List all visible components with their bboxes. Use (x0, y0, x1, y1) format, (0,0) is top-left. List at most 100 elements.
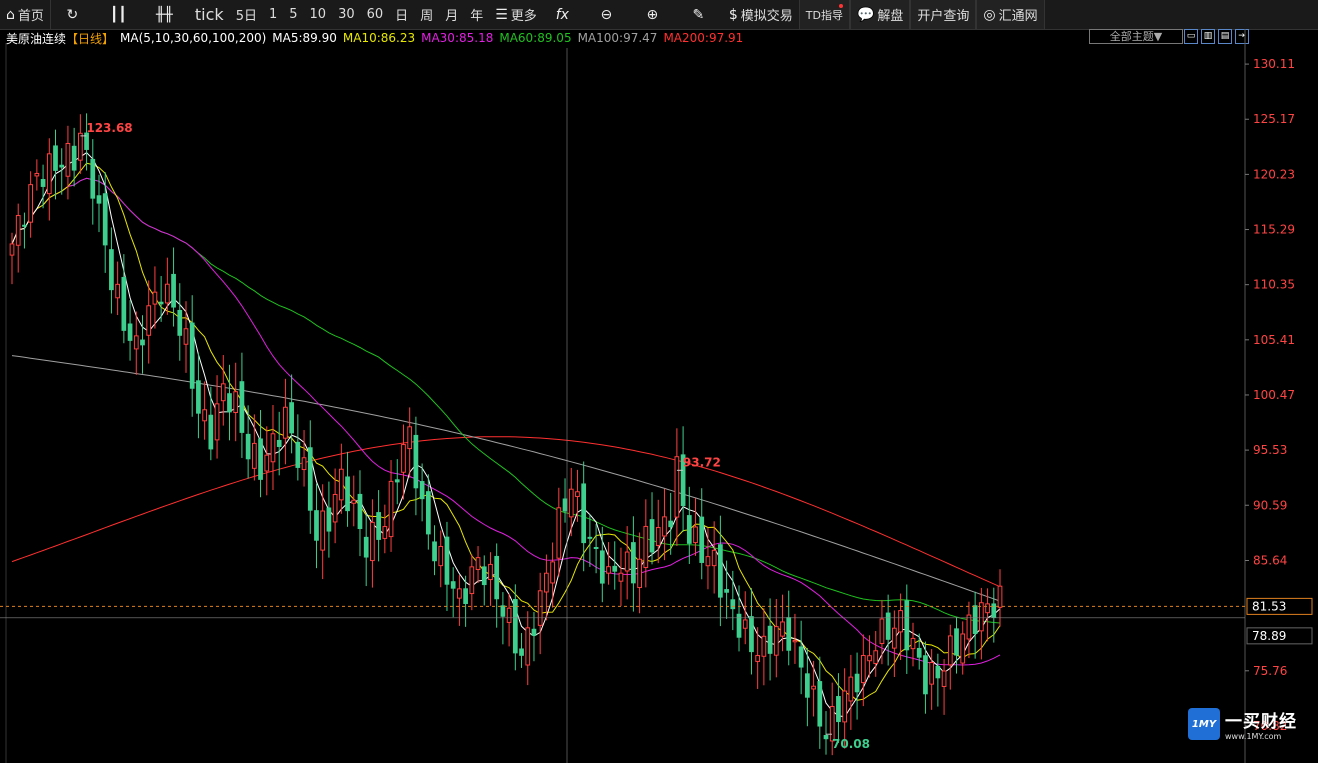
candle-up (407, 426, 413, 450)
candle-up (643, 525, 649, 568)
candle-down (71, 145, 77, 171)
candle-down (53, 145, 58, 171)
candle-down (823, 734, 829, 740)
candle-down (177, 309, 183, 336)
candle-down (245, 433, 251, 460)
candle-down (22, 224, 27, 227)
candle-down (208, 414, 214, 450)
candle-up (618, 572, 624, 582)
crosshair-price-label: 78.89 (1252, 629, 1286, 643)
candle-up (469, 566, 475, 595)
candle-up (332, 493, 338, 523)
candle-down (649, 519, 655, 553)
candle-up (978, 602, 984, 632)
candle-up (929, 662, 935, 685)
candle-down (295, 441, 301, 468)
ma200-line (11, 436, 1001, 588)
candle-up (867, 655, 872, 662)
high-annotation: 123.68 (86, 121, 132, 135)
candle-up (382, 526, 388, 539)
candle-up (755, 655, 761, 662)
candle-up (873, 650, 879, 665)
candle-up (575, 491, 580, 497)
candle-down (140, 339, 145, 346)
candle-down (363, 536, 369, 558)
y-tick-label: 90.59 (1253, 498, 1287, 512)
brand-logo: 1MY 一买财经 www.1MY.com (1188, 707, 1297, 741)
candle-down (394, 479, 400, 483)
candle-up (320, 510, 326, 551)
candle-up (556, 507, 562, 559)
candle-up (475, 557, 481, 571)
candle-up (829, 706, 835, 742)
candle-up (15, 215, 21, 246)
candle-up (879, 618, 885, 645)
candle-down (593, 547, 599, 550)
candle-up (568, 488, 574, 518)
candle-down (581, 483, 587, 544)
candle-down (904, 600, 910, 651)
candle-up (892, 627, 897, 649)
candle-down (289, 402, 294, 434)
candle-down (90, 158, 96, 199)
y-tick-label: 95.53 (1253, 443, 1287, 457)
logo-url: www.1MY.com (1225, 732, 1282, 741)
candle-down (121, 276, 127, 331)
candle-down (102, 193, 108, 246)
candle-up (438, 545, 444, 567)
candle-up (133, 335, 139, 350)
candle-up (388, 480, 394, 538)
candle-down (805, 673, 810, 698)
candle-up (624, 551, 630, 572)
candle-down (158, 301, 164, 305)
candle-down (500, 605, 506, 617)
candle-down (686, 515, 692, 544)
candle-down (749, 616, 754, 653)
candle-up (792, 639, 798, 643)
candle-down (854, 673, 860, 693)
candle-up (214, 403, 220, 441)
candle-down (96, 195, 102, 204)
y-tick-label: 100.47 (1253, 388, 1295, 402)
candle-down (425, 491, 431, 535)
candle-up (848, 676, 854, 702)
candle-up (65, 143, 71, 177)
y-tick-label: 120.23 (1253, 167, 1295, 181)
candle-up (351, 499, 357, 504)
candle-up (985, 603, 990, 614)
candle-up (115, 283, 120, 299)
candle-down (357, 493, 363, 529)
candle-up (693, 526, 698, 544)
candle-up (898, 610, 903, 633)
candle-down (450, 581, 456, 589)
candle-down (345, 476, 350, 512)
candle-up (338, 468, 344, 501)
candle-down (885, 612, 891, 640)
candle-up (220, 383, 226, 402)
current-price-label: 81.53 (1252, 599, 1286, 613)
candle-up (606, 566, 611, 574)
low-annotation: 70.08 (832, 737, 870, 751)
candle-down (519, 648, 524, 656)
candle-up (910, 637, 916, 650)
y-tick-label: 115.29 (1253, 223, 1295, 237)
candle-up (233, 391, 239, 413)
candle-down (531, 628, 537, 636)
candle-up (860, 654, 866, 684)
price-chart[interactable]: 130.11 125.17 120.23 115.29 110.35 105.41 100.… (0, 0, 1318, 763)
candle-down (599, 550, 605, 584)
y-tick-label: 110.35 (1253, 278, 1295, 292)
candle-up (77, 132, 83, 161)
candle-up (506, 607, 512, 623)
high-annotation: 93.72 (683, 455, 721, 469)
candle-up (997, 585, 1003, 608)
candle-down (109, 249, 114, 291)
candle-up (773, 626, 779, 656)
candle-down (59, 164, 65, 168)
candle-down (40, 179, 46, 187)
candle-down (786, 617, 792, 651)
y-tick-label: 125.17 (1253, 112, 1295, 126)
ma10-line (11, 162, 1001, 701)
candle-down (668, 520, 674, 528)
candle-up (662, 516, 667, 537)
